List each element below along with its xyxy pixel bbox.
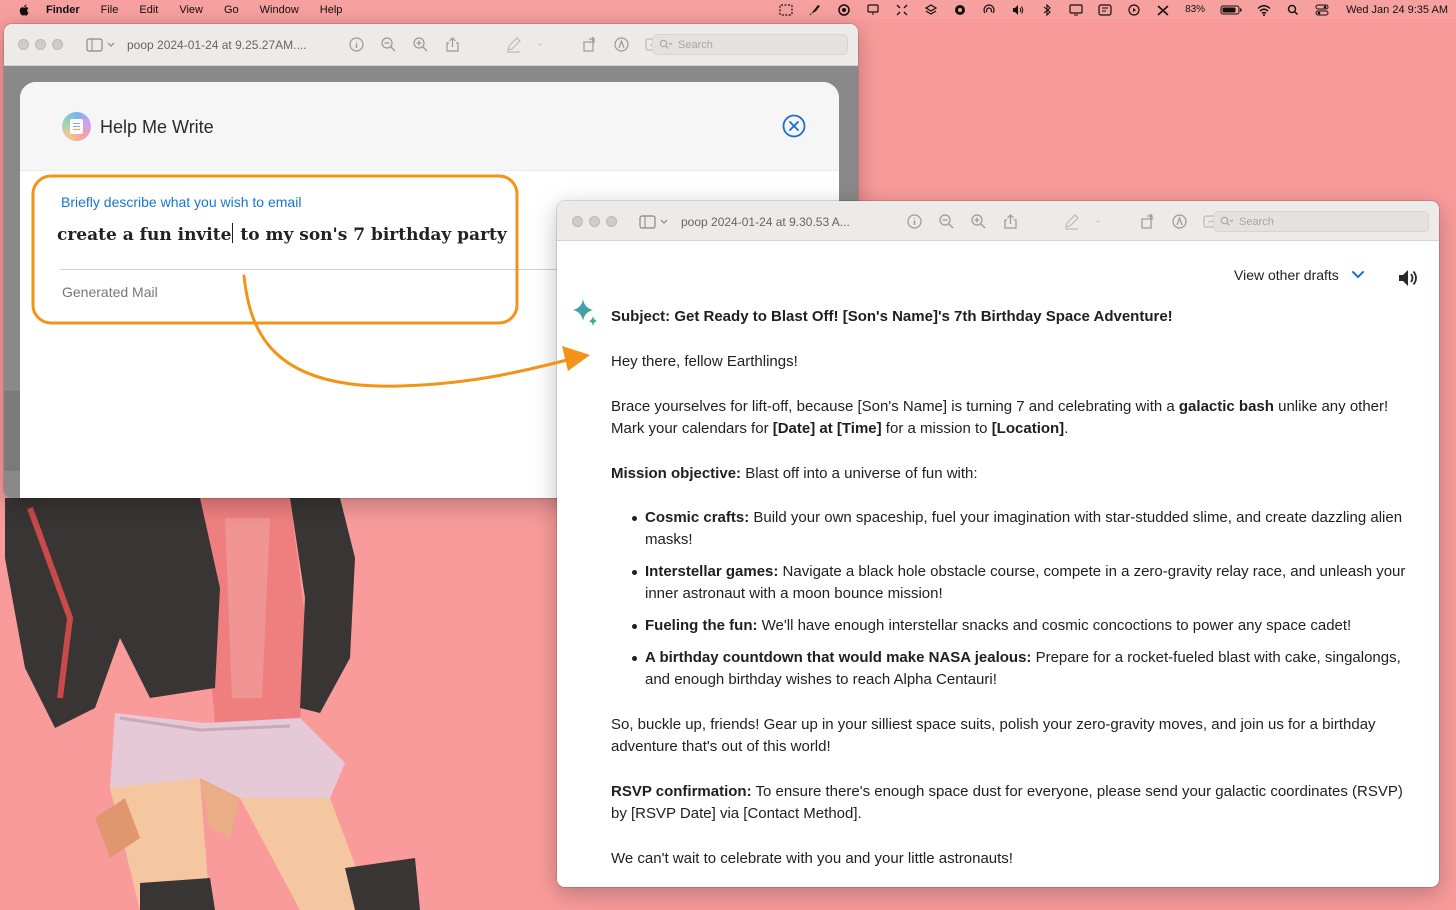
zoom-window-button[interactable]: [606, 216, 617, 227]
list-item: Cosmic crafts: Build your own spaceship,…: [611, 507, 1411, 551]
toolbar: [906, 213, 1225, 230]
search-icon: [1220, 216, 1234, 226]
info-icon[interactable]: [906, 213, 923, 230]
document-filename: poop 2024-01-24 at 9.25.27AM....: [127, 38, 307, 52]
app-badge-icon[interactable]: [953, 4, 967, 16]
minimize-window-button[interactable]: [35, 39, 46, 50]
battery-icon[interactable]: [1220, 4, 1242, 16]
menubar-status-area: 83% Wed Jan 24 9:35 AM: [779, 0, 1448, 19]
view-other-drafts-button[interactable]: View other drafts: [1234, 267, 1339, 283]
close-window-button[interactable]: [18, 39, 29, 50]
help-me-write-header: Help Me Write: [20, 82, 839, 171]
window-controls: [572, 216, 617, 227]
generated-mail-label: Generated Mail: [62, 284, 158, 300]
zoom-in-icon[interactable]: [412, 36, 429, 53]
help-me-write-logo-icon: [62, 112, 91, 141]
layers-icon[interactable]: [924, 3, 938, 16]
list-item: A birthday countdown that would make NAS…: [611, 647, 1411, 691]
activity-list: Cosmic crafts: Build your own spaceship,…: [611, 507, 1411, 691]
list-item: Fueling the fun: We'll have enough inter…: [611, 615, 1411, 637]
email-closing-paragraph: So, buckle up, friends! Gear up in your …: [611, 716, 1376, 755]
zoom-window-button[interactable]: [52, 39, 63, 50]
desktop-wallpaper-illustration: [5, 498, 420, 910]
screenshot-icon[interactable]: [779, 3, 793, 16]
describe-email-label: Briefly describe what you wish to email: [61, 194, 302, 210]
speaker-icon[interactable]: [1397, 268, 1419, 288]
chevron-down-icon[interactable]: [1351, 270, 1365, 280]
menu-file[interactable]: File: [101, 4, 119, 16]
email-prompt-input[interactable]: create a fun invite to my son's 7 birthd…: [57, 223, 517, 245]
zoom-out-icon[interactable]: [938, 213, 955, 230]
share-icon[interactable]: [444, 36, 461, 53]
circle-app-icon[interactable]: [837, 3, 851, 16]
prompt-text-after-caret: to my son's 7 birthday party: [234, 225, 507, 245]
menubar-clock[interactable]: Wed Jan 24 9:35 AM: [1346, 4, 1448, 16]
display-icon[interactable]: [1069, 3, 1083, 16]
sidebar-toggle-icon[interactable]: [86, 38, 116, 52]
canvas-edge-strip: [4, 391, 20, 471]
menu-help[interactable]: Help: [320, 4, 343, 16]
rocket-icon[interactable]: [808, 4, 822, 16]
email-greeting: Hey there, fellow Earthlings!: [611, 353, 798, 370]
email-content: Subject: Get Ready to Blast Off! [Son's …: [611, 306, 1411, 887]
search-field[interactable]: Search: [1213, 211, 1429, 232]
markup-dropdown-chevron-icon[interactable]: [537, 36, 547, 53]
menu-bar: Finder File Edit View Go Window Help 83%…: [0, 0, 1456, 19]
rotate-icon[interactable]: [581, 36, 598, 53]
menu-go[interactable]: Go: [224, 4, 239, 16]
search-placeholder: Search: [678, 38, 713, 51]
tools-icon[interactable]: [1156, 4, 1170, 16]
search-icon: [659, 39, 673, 49]
control-center-icon[interactable]: [1315, 4, 1329, 16]
close-window-button[interactable]: [572, 216, 583, 227]
presentation-icon[interactable]: [866, 3, 880, 16]
email-mission-paragraph: Mission objective: Blast off into a univ…: [611, 465, 978, 482]
window-titlebar[interactable]: poop 2024-01-24 at 9.25.27AM.... Search: [4, 24, 858, 66]
email-signoff: We can't wait to celebrate with you and …: [611, 850, 1013, 867]
window-controls: [18, 39, 63, 50]
battery-percent: 83%: [1185, 4, 1206, 15]
close-circle-icon[interactable]: [782, 114, 806, 138]
expand-icon[interactable]: [895, 4, 909, 16]
list-item: Interstellar games: Navigate a black hol…: [611, 561, 1411, 605]
menu-window[interactable]: Window: [260, 4, 299, 16]
sidebar-toggle-icon[interactable]: [639, 215, 669, 229]
annotate-icon[interactable]: [1171, 213, 1188, 230]
spotlight-search-icon[interactable]: [1286, 4, 1300, 16]
generated-email-view: View other drafts Subject: Get Ready to …: [557, 241, 1439, 887]
preview-window-front[interactable]: poop 2024-01-24 at 9.30.53 A... Search V…: [557, 201, 1439, 887]
help-me-write-title: Help Me Write: [100, 117, 214, 137]
search-field[interactable]: Search: [652, 34, 848, 55]
input-source-icon[interactable]: [1098, 3, 1112, 16]
volume-icon[interactable]: [1011, 4, 1025, 16]
email-intro-paragraph: Brace yourselves for lift-off, because […: [611, 398, 1389, 437]
menu-view[interactable]: View: [179, 4, 203, 16]
email-subject: Subject: Get Ready to Blast Off! [Son's …: [611, 308, 1173, 325]
markup-pen-icon[interactable]: [1063, 213, 1080, 230]
menu-app-name[interactable]: Finder: [46, 4, 80, 16]
markup-dropdown-chevron-icon[interactable]: [1095, 213, 1105, 230]
document-filename: poop 2024-01-24 at 9.30.53 A...: [681, 215, 850, 229]
rotate-icon[interactable]: [1139, 213, 1156, 230]
search-placeholder: Search: [1239, 215, 1274, 228]
apple-logo-icon[interactable]: [16, 4, 32, 16]
airdrop-icon[interactable]: [982, 3, 996, 16]
email-rsvp-paragraph: RSVP confirmation: To ensure there's eno…: [611, 783, 1403, 822]
menu-edit[interactable]: Edit: [139, 4, 158, 16]
bluetooth-icon[interactable]: [1040, 3, 1054, 16]
share-icon[interactable]: [1002, 213, 1019, 230]
minimize-window-button[interactable]: [589, 216, 600, 227]
gemini-sparkle-icon: [573, 299, 597, 326]
window-titlebar[interactable]: poop 2024-01-24 at 9.30.53 A... Search: [557, 201, 1439, 241]
zoom-out-icon[interactable]: [380, 36, 397, 53]
wifi-icon[interactable]: [1257, 4, 1271, 16]
play-icon[interactable]: [1127, 3, 1141, 16]
zoom-in-icon[interactable]: [970, 213, 987, 230]
toolbar: [348, 36, 667, 53]
info-icon[interactable]: [348, 36, 365, 53]
annotate-icon[interactable]: [613, 36, 630, 53]
prompt-text-before-caret: create a fun invite: [57, 225, 232, 245]
markup-pen-icon[interactable]: [505, 36, 522, 53]
